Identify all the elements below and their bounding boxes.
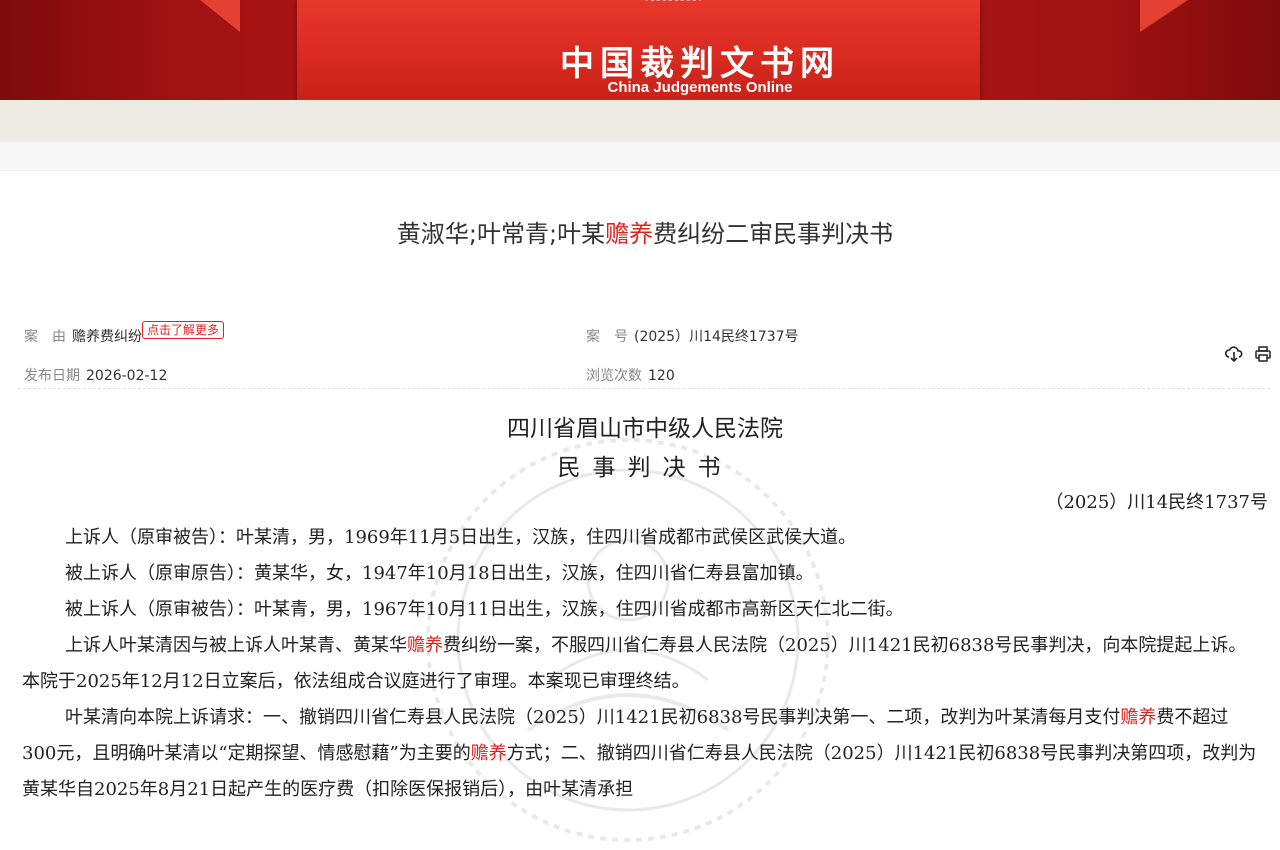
meta-value: 赡养费纠纷 [72, 329, 142, 345]
meta-case-cause: 案 由赡养费纠纷 点击了解更多 [24, 321, 225, 346]
meta-value: (2025）川14民终1737号 [634, 329, 799, 345]
paragraph-text: 上诉人叶某清因与被上诉人叶某青、黄某华 [65, 635, 407, 656]
paragraph-text: 叶某清向本院上诉请求：一、撤销四川省仁寿县人民法院（2025）川1421民初68… [65, 707, 1121, 728]
meta-label: 案 由 [24, 329, 66, 345]
site-title[interactable]: 中国裁判文书网 [540, 36, 860, 85]
site-subtitle: China Judgements Online [607, 79, 793, 96]
meta-label: 浏览次数 [586, 368, 642, 384]
keyword-highlight: 赡养 [1120, 707, 1157, 728]
meta-label: 发布日期 [24, 368, 80, 384]
party-appellee: 被上诉人（原审被告）：叶某青，男，1967年10月11日出生，汉族，住四川省成都… [22, 592, 1258, 628]
document-type: 民事判决书 [557, 455, 733, 481]
meta-publish-date: 发布日期 2026-02-12 [24, 365, 167, 385]
document-tools [1219, 343, 1272, 363]
document-title: 黄淑华;叶常青;叶某赡养费纠纷二审民事判决书 [0, 214, 1280, 249]
party-appellee: 被上诉人（原审原告）：黄某华，女，1947年10月18日出生，汉族，住四川省仁寿… [22, 556, 1258, 592]
document-title-part: 费纠纷二审民事判决书 [653, 220, 894, 248]
nav-strip [0, 100, 1280, 142]
judgement-body: 上诉人（原审被告）：叶某清，男，1969年11月5日出生，汉族，住四川省成都市武… [22, 520, 1258, 808]
ribbon-decoration-right [1140, 0, 1188, 32]
document-title-part: 黄淑华;叶常青;叶某 [396, 220, 606, 248]
paragraph-text: 被上诉人（原审被告）：叶某青，男，1967年10月11日出生，汉族，住四川省成都… [65, 599, 904, 620]
paragraph-text: 被上诉人（原审原告）：黄某华，女，1947年10月18日出生，汉族，住四川省仁寿… [65, 563, 814, 584]
meta-value: 2026-02-12 [86, 368, 168, 384]
learn-more-button[interactable]: 点击了解更多 [142, 321, 225, 339]
document-title-highlight: 赡养 [605, 220, 654, 248]
meta-label: 案 号 [586, 329, 628, 345]
header-spacer [0, 142, 1280, 171]
meta-case-number: 案 号 (2025）川14民终1737号 [586, 326, 799, 346]
case-background-paragraph: 上诉人叶某清因与被上诉人叶某青、黄某华赡养费纠纷一案，不服四川省仁寿县人民法院（… [22, 628, 1258, 700]
party-appellant: 上诉人（原审被告）：叶某清，男，1969年11月5日出生，汉族，住四川省成都市武… [22, 520, 1258, 556]
meta-divider [18, 388, 1270, 389]
meta-view-count: 浏览次数 120 [586, 365, 675, 385]
site-header-banner: 中国裁判文书网 China Judgements Online [0, 0, 1280, 100]
meta-value: 120 [648, 368, 675, 384]
print-icon[interactable] [1254, 345, 1272, 363]
case-number: （2025）川14民终1737号 [1045, 492, 1268, 513]
keyword-highlight: 赡养 [407, 635, 443, 656]
ribbon-decoration-left [200, 0, 240, 32]
keyword-highlight: 赡养 [470, 743, 507, 764]
paragraph-text: 上诉人（原审被告）：叶某清，男，1969年11月5日出生，汉族，住四川省成都市武… [65, 527, 857, 548]
court-name: 四川省眉山市中级人民法院 [507, 416, 783, 442]
download-icon[interactable] [1224, 345, 1243, 363]
appeal-request-paragraph: 叶某清向本院上诉请求：一、撤销四川省仁寿县人民法院（2025）川1421民初68… [22, 700, 1258, 808]
